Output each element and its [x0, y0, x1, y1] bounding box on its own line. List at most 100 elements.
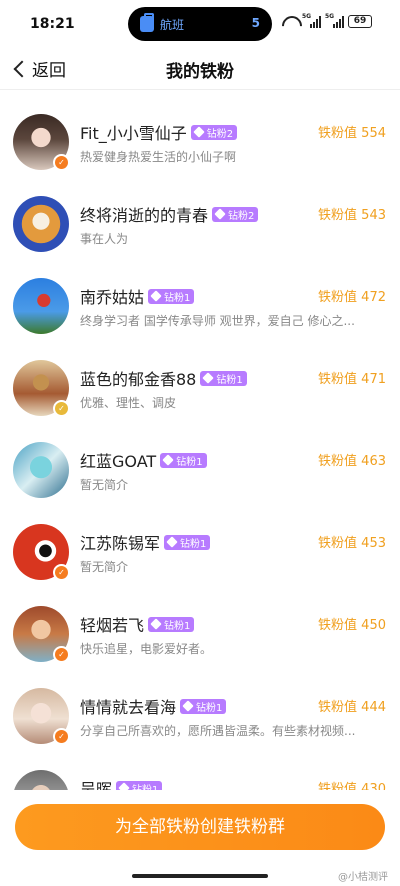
- fan-score: 铁粉值 472: [318, 286, 386, 305]
- fan-level-badge: 钻粉2: [190, 124, 238, 140]
- fan-score-prefix: 铁粉值: [318, 208, 358, 223]
- fan-name: 情情就去看海: [80, 698, 177, 717]
- fan-name: 蓝色的郁金香88: [80, 370, 197, 389]
- fan-row[interactable]: ✓ Fit_小小雪仙子 钻粉2 热爱健身热爱生活的小仙子啊 铁粉值 554: [0, 90, 400, 172]
- fan-score-prefix: 铁粉值: [318, 700, 358, 715]
- fan-name-line: Fit_小小雪仙子 钻粉2: [80, 120, 238, 144]
- signal-icon-2: 5G: [325, 13, 344, 28]
- diamond-icon: [214, 208, 226, 220]
- avatar-image: [13, 196, 69, 252]
- fan-name-line: 轻烟若飞 钻粉1: [80, 612, 195, 636]
- suitcase-icon: [140, 13, 154, 32]
- avatar[interactable]: [13, 770, 69, 790]
- diamond-icon: [166, 536, 178, 548]
- fan-score-value: 554: [361, 126, 386, 141]
- fan-bio: 热爱健身热爱生活的小仙子啊: [80, 150, 237, 164]
- fan-level-label: 钻粉1: [180, 538, 207, 550]
- fan-row[interactable]: ✓ 情情就去看海 钻粉1 分享自己所喜欢的，愿所遇皆温柔。有些素材视频... 铁粉值 4…: [0, 664, 400, 746]
- fan-bio: 优雅、理性、调皮: [80, 396, 177, 410]
- fan-level-label: 钻粉1: [164, 620, 191, 632]
- fan-name-line: 江苏陈锡军 钻粉1: [80, 530, 211, 554]
- fan-row[interactable]: ✓ 轻烟若飞 钻粉1 快乐追星，电影爱好者。 铁粉值 450: [0, 582, 400, 664]
- signal-icon: 5G: [302, 13, 321, 28]
- fan-score: 铁粉值 444: [318, 696, 386, 715]
- fan-row[interactable]: 南乔姑姑 钻粉1 终身学习者 国学传承导师 观世界，爱自己 修心之... 铁粉值 47…: [0, 254, 400, 336]
- fan-row[interactable]: 终将消逝的的青春 钻粉2 事在人为 铁粉值 543: [0, 172, 400, 254]
- fan-score-prefix: 铁粉值: [318, 454, 358, 469]
- fan-name-line: 吴晖 钻粉1: [80, 776, 163, 791]
- fan-score-value: 472: [361, 290, 386, 305]
- fan-level-badge: 钻粉1: [148, 288, 195, 304]
- fan-score-value: 453: [361, 536, 386, 551]
- diamond-icon: [193, 126, 205, 138]
- fan-name: 江苏陈锡军: [80, 534, 161, 553]
- create-fan-group-button[interactable]: 为全部铁粉创建铁粉群: [15, 804, 385, 850]
- fan-bio: 分享自己所喜欢的，愿所遇皆温柔。有些素材视频...: [80, 724, 356, 738]
- status-time: 18:21: [30, 16, 75, 32]
- fan-name: Fit_小小雪仙子: [80, 124, 187, 143]
- fan-score-prefix: 铁粉值: [318, 372, 358, 387]
- avatar-image: [13, 278, 69, 334]
- verified-badge-icon: ✓: [53, 564, 70, 581]
- fan-name-line: 终将消逝的的青春 钻粉2: [80, 202, 259, 226]
- fan-name-line: 南乔姑姑 钻粉1: [80, 284, 195, 308]
- status-indicators: 5G 5G 69: [282, 13, 372, 28]
- avatar[interactable]: [13, 278, 69, 334]
- fan-score: 铁粉值 471: [318, 368, 386, 387]
- avatar[interactable]: ✓: [13, 688, 70, 745]
- page-title: 我的铁粉: [166, 62, 234, 82]
- home-indicator[interactable]: [132, 874, 268, 878]
- fan-name-line: 蓝色的郁金香88 钻粉1: [80, 366, 247, 390]
- fan-row[interactable]: ✓ 蓝色的郁金香88 钻粉1 优雅、理性、调皮 铁粉值 471: [0, 336, 400, 418]
- avatar-image: [13, 770, 69, 790]
- fan-row[interactable]: 红蓝GOAT 钻粉1 暂无简介 铁粉值 463: [0, 418, 400, 500]
- avatar[interactable]: ✓: [13, 606, 70, 663]
- fan-name: 轻烟若飞: [80, 616, 145, 635]
- diamond-icon: [118, 782, 130, 790]
- fan-name-line: 红蓝GOAT 钻粉1: [80, 448, 207, 472]
- fan-level-label: 钻粉1: [196, 702, 223, 714]
- fan-level-badge: 钻粉1: [200, 370, 247, 386]
- fan-score: 铁粉值 453: [318, 532, 386, 551]
- avatar[interactable]: ✓: [13, 524, 70, 581]
- verified-badge-icon: ✓: [53, 728, 70, 745]
- fan-score: 铁粉值 463: [318, 450, 386, 469]
- fan-score-value: 543: [361, 208, 386, 223]
- fan-bio: 暂无简介: [80, 560, 129, 574]
- diamond-icon: [150, 290, 162, 302]
- fan-name: 终将消逝的的青春: [80, 206, 209, 225]
- fan-level-label: 钻粉2: [228, 210, 255, 222]
- fan-level-badge: 钻粉1: [116, 780, 163, 791]
- fan-row[interactable]: 吴晖 钻粉1 铁粉值 430: [0, 746, 400, 790]
- avatar[interactable]: [13, 442, 69, 498]
- fan-score: 铁粉值 450: [318, 614, 386, 633]
- fan-score-value: 463: [361, 454, 386, 469]
- diamond-icon: [150, 618, 162, 630]
- fan-score-prefix: 铁粉值: [318, 290, 358, 305]
- island-count: 5: [251, 16, 260, 30]
- wifi-icon: [282, 16, 298, 28]
- fan-row[interactable]: ✓ 江苏陈锡军 钻粉1 暂无简介 铁粉值 453: [0, 500, 400, 582]
- verified-badge-icon: ✓: [53, 154, 70, 171]
- fan-list[interactable]: ✓ Fit_小小雪仙子 钻粉2 热爱健身热爱生活的小仙子啊 铁粉值 554 终将消逝的的青…: [0, 90, 400, 790]
- fan-level-badge: 钻粉2: [212, 206, 259, 222]
- fan-name: 吴晖: [80, 780, 113, 790]
- fan-level-label: 钻粉1: [216, 374, 243, 386]
- fan-score-prefix: 铁粉值: [318, 618, 358, 633]
- fan-bio: 终身学习者 国学传承导师 观世界，爱自己 修心之...: [80, 314, 355, 328]
- avatar-image: [13, 442, 69, 498]
- avatar[interactable]: ✓: [13, 114, 70, 171]
- island-label: 航班: [160, 18, 185, 32]
- fan-level-label: 钻粉2: [206, 128, 234, 140]
- fan-score-value: 444: [361, 700, 386, 715]
- verified-badge-icon: ✓: [53, 400, 70, 417]
- fan-score-value: 430: [361, 782, 386, 790]
- fan-name: 南乔姑姑: [80, 288, 145, 307]
- avatar[interactable]: [13, 196, 69, 252]
- dynamic-island[interactable]: 航班 5: [128, 7, 272, 41]
- fan-level-label: 钻粉1: [132, 784, 159, 791]
- diamond-icon: [182, 700, 194, 712]
- fan-level-badge: 钻粉1: [160, 452, 207, 468]
- avatar[interactable]: ✓: [13, 360, 70, 417]
- diamond-icon: [202, 372, 215, 384]
